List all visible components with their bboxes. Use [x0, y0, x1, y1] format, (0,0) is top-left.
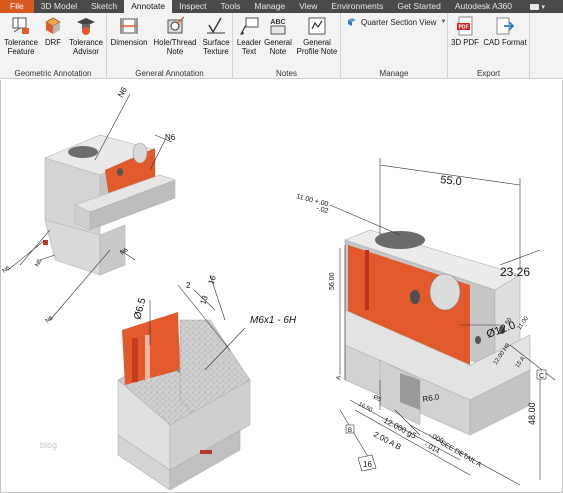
panel-notes: Leader Text ABC General Note General Pro…: [233, 13, 341, 79]
panel-title-manage: Manage: [379, 69, 409, 78]
position-tolerance: 2.00 A B: [372, 430, 403, 452]
tab-tools[interactable]: Tools: [214, 0, 248, 13]
drf-icon: [42, 15, 64, 37]
height-dimension: 23.26: [500, 265, 530, 279]
cad-format-icon: [494, 15, 516, 37]
camera-icon: [530, 3, 540, 10]
thread-dimension: 16: [206, 274, 218, 286]
quarter-section-view-label: Quarter Section View: [361, 17, 437, 27]
right-part-model[interactable]: B C 16 55.0 23.26 Ø12.0 11.00 +.00 -.02 …: [295, 158, 556, 486]
3d-pdf-label: 3D PDF: [451, 38, 479, 47]
tolerance-feature-label: Tolerance Feature: [4, 38, 38, 56]
small-dimension: A: [336, 375, 343, 380]
3d-pdf-button[interactable]: PDF 3D PDF: [450, 15, 480, 47]
tolerance-feature-button[interactable]: Tolerance Feature: [2, 15, 40, 56]
surface-texture-icon: [205, 15, 227, 37]
tolerance-advisor-label: Tolerance Advisor: [69, 38, 103, 56]
ribbon-tab-bar: File 3D Model Sketch Annotate Inspect To…: [0, 0, 563, 13]
datum-label: C: [539, 373, 544, 380]
general-profile-note-icon: [306, 15, 328, 37]
drf-button[interactable]: DRF: [42, 15, 64, 47]
surface-note-label: N6: [2, 265, 12, 275]
vertical-dimension: 48.00: [527, 402, 537, 425]
drf-label: DRF: [44, 38, 62, 47]
surface-note-label: N6: [165, 133, 176, 142]
tab-autodesk-a360[interactable]: Autodesk A360: [448, 0, 519, 13]
model-canvas[interactable]: N6 N6 N6 N6 N6 N6 Ø6.5 2 16 13 M6x1 - 6H…: [0, 80, 563, 493]
general-note-label: General Note: [264, 38, 292, 56]
diameter-dimension: Ø6.5: [132, 297, 148, 321]
panel-title-export: Export: [476, 69, 501, 78]
pdf-icon: PDF: [454, 15, 476, 37]
svg-text:ABC: ABC: [270, 19, 285, 26]
tab-get-started[interactable]: Get Started: [390, 0, 447, 13]
panel-geometric-annotation: Tolerance Feature DRF Tolerance Advisor …: [0, 13, 107, 79]
ribbon-display-options[interactable]: ▾: [530, 0, 563, 13]
small-dimension: 16.50: [357, 401, 374, 414]
panel-title-notes: Notes: [276, 69, 297, 78]
general-note-button[interactable]: ABC General Note: [263, 15, 293, 56]
tab-environments[interactable]: Environments: [324, 0, 390, 13]
svg-text:PDF: PDF: [459, 25, 469, 31]
surface-texture-label: Surface Texture: [202, 38, 230, 56]
ribbon: Tolerance Feature DRF Tolerance Advisor …: [0, 13, 563, 79]
dimension-button[interactable]: Dimension: [110, 15, 148, 47]
datum-label: B: [348, 428, 352, 434]
tab-annotate[interactable]: Annotate: [124, 0, 173, 13]
vertical-dimension: 56.00: [329, 272, 336, 290]
leader-text-label: Leader Text: [236, 38, 262, 56]
hole-thread-note-icon: [164, 15, 186, 37]
thread-dimension: 2: [186, 281, 191, 290]
dimension-label: Dimension: [110, 38, 148, 47]
surface-note-label: N6: [116, 85, 129, 99]
thread-callout: M6x1 - 6H: [250, 315, 297, 326]
tab-view[interactable]: View: [292, 0, 324, 13]
tab-inspect[interactable]: Inspect: [172, 0, 213, 13]
chevron-down-icon: ▾: [541, 3, 545, 11]
watermark-text: blog: [40, 440, 57, 450]
tab-sketch[interactable]: Sketch: [84, 0, 124, 13]
quarter-section-view-dropdown[interactable]: Quarter Section View ▼: [347, 17, 446, 27]
hole-thread-note-label: Hole/Thread Note: [153, 38, 197, 56]
hole-feature: [68, 146, 98, 158]
panel-title-general: General Annotation: [135, 69, 204, 78]
dimension-icon: [118, 15, 140, 37]
general-profile-note-button[interactable]: General Profile Note: [293, 15, 341, 56]
tab-file[interactable]: File: [0, 0, 34, 13]
panel-title-geometric: Geometric Annotation: [14, 69, 92, 78]
model-viewport[interactable]: N6 N6 N6 N6 N6 N6 Ø6.5 2 16 13 M6x1 - 6H…: [0, 80, 563, 493]
tolerance-advisor-icon: [75, 15, 97, 37]
leader-text-button[interactable]: Leader Text: [235, 15, 263, 56]
section-view-icon: [348, 18, 356, 26]
leader-text-icon: [238, 15, 260, 37]
panel-manage: Quarter Section View ▼ Manage: [341, 13, 448, 79]
general-profile-note-label: General Profile Note: [296, 38, 338, 56]
panel-general-annotation: Dimension Hole/Thread Note Surface Textu…: [107, 13, 233, 79]
datum-label: 16: [363, 460, 372, 469]
detail-callout: SEE DETAIL A: [439, 440, 483, 469]
section-view-model[interactable]: Ø6.5 2 16 13 M6x1 - 6H: [117, 274, 297, 491]
tab-3d-model[interactable]: 3D Model: [34, 0, 84, 13]
panel-export: PDF 3D PDF CAD Format Export: [448, 13, 530, 79]
tolerance-advisor-button[interactable]: Tolerance Advisor: [66, 15, 106, 56]
chevron-down-icon: ▼: [440, 19, 447, 25]
hole-thread-note-button[interactable]: Hole/Thread Note: [152, 15, 198, 56]
tolerance-feature-icon: [10, 15, 32, 37]
left-part-model[interactable]: N6 N6 N6 N6 N6 N6: [2, 85, 176, 325]
length-dimension: 55.0: [440, 174, 463, 188]
general-note-icon: ABC: [267, 15, 289, 37]
tab-manage[interactable]: Manage: [247, 0, 292, 13]
cad-format-label: CAD Format: [483, 38, 527, 47]
cad-format-button[interactable]: CAD Format: [482, 15, 528, 47]
surface-texture-button[interactable]: Surface Texture: [200, 15, 232, 56]
